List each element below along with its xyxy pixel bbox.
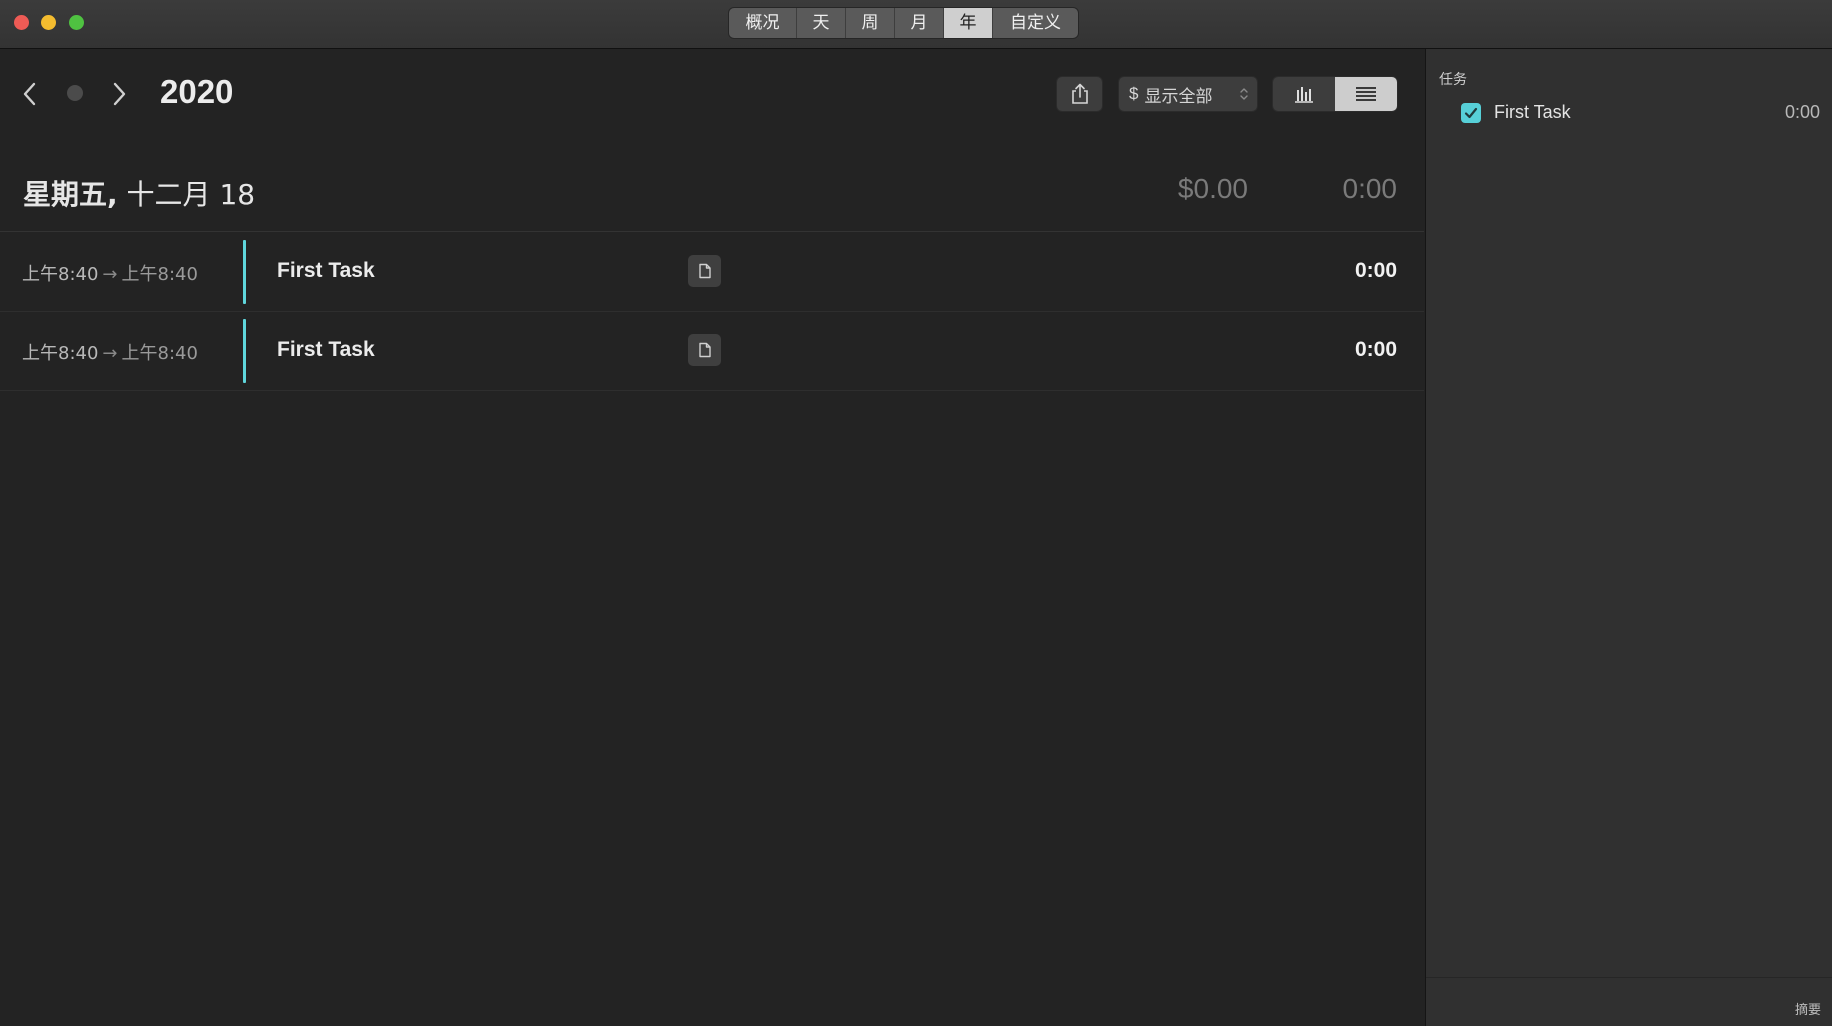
chevron-left-icon <box>23 82 36 106</box>
day-weekday: 星期五, <box>23 178 118 211</box>
close-window-button[interactable] <box>14 15 29 30</box>
entry-time-range: 上午8:40 → 上午8:40 <box>22 339 198 365</box>
period-segmented-control: 概况 天 周 月 年 自定义 <box>729 8 1078 38</box>
day-date: 十二月 18 <box>126 178 256 211</box>
note-icon <box>698 342 711 358</box>
day-header: 星期五, 十二月 18 $0.00 0:00 <box>0 159 1424 232</box>
list-icon <box>1356 87 1376 101</box>
entry-task-name: First Task <box>277 338 375 361</box>
circle-icon <box>67 85 83 101</box>
task-color-bar <box>243 240 246 304</box>
entry-end-time: 上午8:40 <box>121 343 198 364</box>
entry-time-range: 上午8:40 → 上午8:40 <box>22 260 198 286</box>
next-period-button[interactable] <box>111 82 127 111</box>
period-title: 2020 <box>160 73 234 110</box>
sidebar-heading: 任务 <box>1439 72 1467 88</box>
task-color-bar <box>243 319 246 383</box>
tasks-sidebar: 任务 First Task 0:00 摘要 <box>1425 49 1832 1026</box>
tab-week[interactable]: 周 <box>846 8 895 38</box>
view-toggle <box>1273 77 1397 111</box>
entry-note-button[interactable] <box>688 255 721 287</box>
entry-duration: 0:00 <box>1354 338 1397 361</box>
bar-chart-icon <box>1295 87 1313 103</box>
dollar-icon: $ <box>1129 84 1139 103</box>
sidebar-footer: 摘要 <box>1426 977 1832 1026</box>
main-pane: 2020 $ 显示全部 星期五, 十二月 18 $0.00 0:00 上午8:4… <box>0 49 1424 1026</box>
checkmark-icon <box>1464 107 1478 119</box>
entry-note-button[interactable] <box>688 334 721 366</box>
chevron-right-icon <box>113 82 126 106</box>
filter-label: 显示全部 <box>1144 86 1213 107</box>
time-entry-row[interactable]: 上午8:40 → 上午8:40 First Task 0:00 <box>0 233 1424 312</box>
chart-view-button[interactable] <box>1273 77 1335 111</box>
day-total-duration: 0:00 <box>1342 173 1398 204</box>
zoom-window-button[interactable] <box>69 15 84 30</box>
chevron-updown-icon <box>1240 88 1248 100</box>
billing-filter-select[interactable]: $ 显示全部 <box>1119 77 1257 111</box>
share-icon <box>1071 83 1088 104</box>
current-period-button[interactable] <box>66 84 84 107</box>
day-title: 星期五, 十二月 18 <box>23 173 255 213</box>
summary-label[interactable]: 摘要 <box>1795 999 1821 1018</box>
tab-overview[interactable]: 概况 <box>729 8 797 38</box>
entry-end-time: 上午8:40 <box>121 264 198 285</box>
arrow-right-icon: → <box>102 264 118 285</box>
sidebar-task-label: First Task <box>1494 102 1571 122</box>
entry-task-name: First Task <box>277 259 375 282</box>
time-entry-row[interactable]: 上午8:40 → 上午8:40 First Task 0:00 <box>0 312 1424 391</box>
minimize-window-button[interactable] <box>41 15 56 30</box>
previous-period-button[interactable] <box>22 82 38 111</box>
entry-start-time: 上午8:40 <box>22 343 99 364</box>
entry-duration: 0:00 <box>1354 259 1397 282</box>
tab-custom[interactable]: 自定义 <box>993 8 1078 38</box>
entry-start-time: 上午8:40 <box>22 264 99 285</box>
share-button[interactable] <box>1057 77 1102 111</box>
tab-year[interactable]: 年 <box>944 8 993 38</box>
day-amount: $0.00 <box>1177 173 1248 204</box>
sidebar-task-time: 0:00 <box>1784 102 1820 122</box>
tab-month[interactable]: 月 <box>895 8 944 38</box>
task-checkbox[interactable] <box>1461 103 1481 123</box>
sidebar-task-item[interactable]: First Task 0:00 <box>1426 101 1832 131</box>
tab-day[interactable]: 天 <box>797 8 846 38</box>
arrow-right-icon: → <box>102 343 118 364</box>
note-icon <box>698 263 711 279</box>
title-bar: 概况 天 周 月 年 自定义 <box>0 0 1832 49</box>
list-view-button[interactable] <box>1335 77 1397 111</box>
